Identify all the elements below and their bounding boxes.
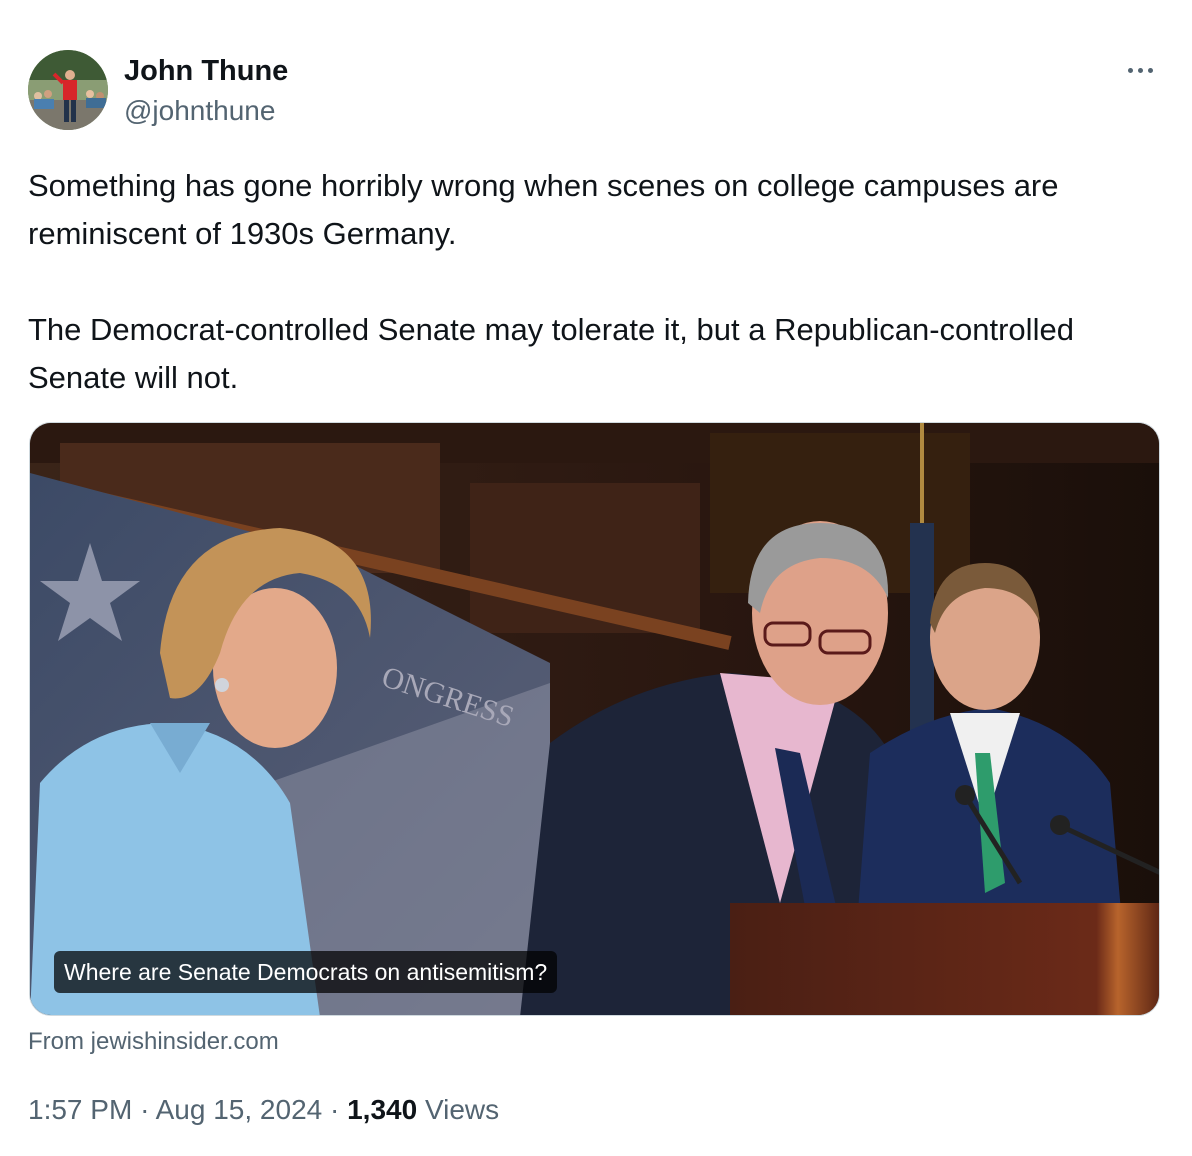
tweet: John Thune @johnthune Something has gone… (0, 0, 1192, 1156)
author-name[interactable]: John Thune (124, 54, 288, 88)
avatar-image (28, 50, 108, 130)
more-dot (1137, 67, 1143, 73)
tweet-time[interactable]: 1:57 PM (28, 1094, 132, 1125)
more-dot (1147, 67, 1153, 73)
meta-separator: · (140, 1094, 150, 1125)
author-handle[interactable]: @johnthune (124, 94, 275, 128)
more-dot (1127, 67, 1133, 73)
avatar[interactable] (28, 50, 108, 130)
meta-separator: · (330, 1094, 340, 1125)
views-count[interactable]: 1,340 (347, 1094, 417, 1125)
tweet-metadata: 1:57 PM · Aug 15, 2024 · 1,340 Views (28, 1092, 499, 1128)
tweet-text: Something has gone horribly wrong when s… (28, 168, 1074, 395)
link-card[interactable]: ONGRESS Where are Senate Democrats on an… (29, 422, 1160, 1016)
link-card-image: ONGRESS (30, 423, 1159, 1015)
more-horizontal-icon[interactable] (1120, 56, 1160, 84)
link-card-title: Where are Senate Democrats on antisemiti… (54, 951, 558, 993)
tweet-date[interactable]: Aug 15, 2024 (156, 1094, 323, 1125)
link-card-source[interactable]: From jewishinsider.com (28, 1026, 279, 1058)
views-label[interactable]: Views (425, 1094, 499, 1125)
